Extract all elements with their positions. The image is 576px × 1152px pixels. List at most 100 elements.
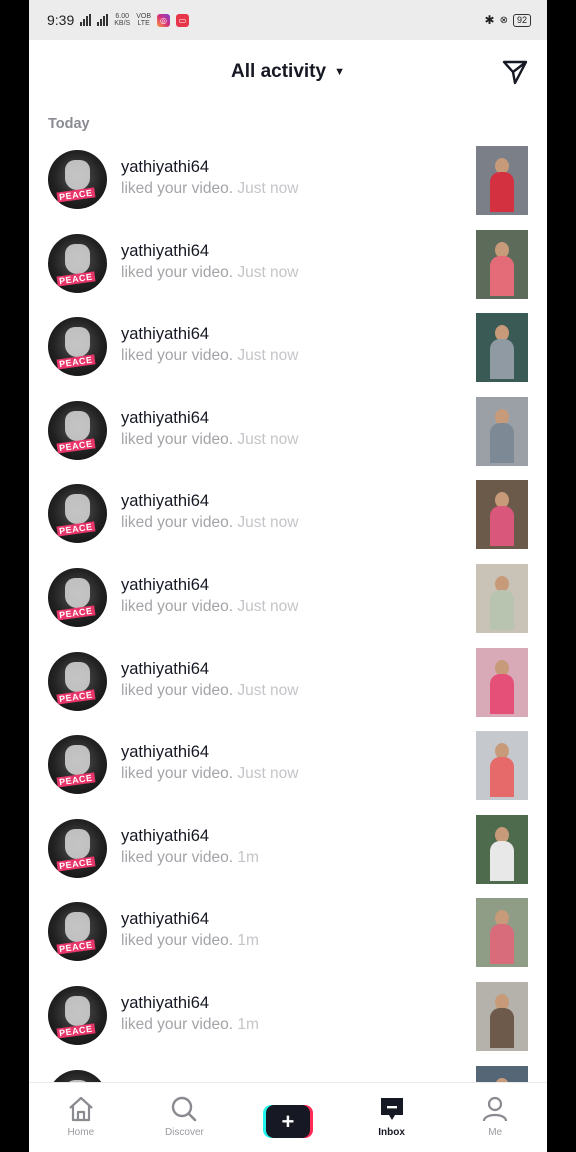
activity-username[interactable]: yathiyathi64 — [121, 827, 259, 846]
activity-username[interactable]: yathiyathi64 — [121, 325, 299, 344]
thumbnail-figure — [490, 339, 514, 380]
video-thumbnail[interactable] — [476, 647, 528, 717]
video-thumbnail[interactable] — [476, 814, 528, 884]
send-icon[interactable] — [501, 58, 529, 86]
video-thumbnail[interactable] — [476, 396, 528, 466]
hand-graphic — [65, 577, 90, 608]
hand-graphic — [65, 410, 90, 441]
thumbnail-figure — [490, 422, 514, 463]
activity-username[interactable]: yathiyathi64 — [121, 492, 299, 511]
activity-text: yathiyathi64 liked your video. 1m — [121, 994, 259, 1034]
activity-description: liked your video. Just now — [121, 347, 299, 365]
hand-graphic — [65, 828, 90, 859]
activity-description: liked your video. Just now — [121, 682, 299, 700]
activity-username[interactable]: yathiyathi64 — [121, 743, 299, 762]
profile-icon — [483, 1096, 508, 1122]
avatar[interactable]: PEACE — [48, 985, 107, 1045]
nav-me-label: Me — [488, 1127, 503, 1138]
activity-row[interactable]: PEACE yathiyathi64 liked your video. Just … — [29, 310, 547, 394]
activity-username[interactable]: yathiyathi64 — [121, 158, 299, 177]
activity-action: liked your video. — [121, 1015, 234, 1033]
avatar[interactable]: PEACE — [48, 233, 107, 293]
activity-description: liked your video. Just now — [121, 431, 299, 449]
wifi-off-icon: ⊗ — [499, 14, 508, 26]
activity-row[interactable]: PEACE yathiyathi64 liked your video. Just … — [29, 728, 547, 812]
avatar[interactable]: PEACE — [48, 735, 107, 795]
avatar-badge: PEACE — [56, 772, 96, 788]
activity-description: liked your video. Just now — [121, 765, 299, 783]
video-thumbnail[interactable] — [476, 981, 528, 1051]
activity-text: yathiyathi64 liked your video. Just now — [121, 158, 299, 198]
activity-row[interactable]: PEACE yathiyathi64 liked your video. Just … — [29, 143, 547, 227]
nav-home[interactable]: Home — [29, 1083, 133, 1152]
activity-row[interactable]: PEACE yathiyathi64 liked your video. Just … — [29, 477, 547, 561]
activity-row[interactable]: PEACE yathiyathi64 liked your video. 1m — [29, 812, 547, 896]
section-label-today: Today — [48, 116, 90, 132]
activity-username[interactable]: yathiyathi64 — [121, 660, 299, 679]
avatar-badge: PEACE — [56, 605, 96, 621]
video-thumbnail[interactable] — [476, 229, 528, 299]
signal-icon-2 — [97, 14, 109, 26]
activity-row[interactable]: PEACE yathiyathi64 liked your video. Just … — [29, 645, 547, 729]
avatar[interactable]: PEACE — [48, 150, 107, 209]
activity-action: liked your video. — [121, 597, 234, 615]
page-title: All activity — [231, 61, 327, 82]
activity-action: liked your video. — [121, 932, 234, 950]
thumbnail-figure — [490, 757, 514, 798]
hand-graphic — [65, 327, 90, 358]
activity-description: liked your video. Just now — [121, 180, 299, 198]
nav-discover-label: Discover — [164, 1127, 204, 1138]
activity-row[interactable]: PEACE yathiyathi64 liked your video. Just … — [29, 561, 547, 645]
activity-description: liked your video. 1m — [121, 932, 259, 950]
bottom-nav: Home Discover + Inbox Me — [29, 1082, 547, 1152]
video-thumbnail[interactable] — [476, 731, 528, 801]
activity-text: yathiyathi64 liked your video. Just now — [121, 576, 299, 616]
activity-time: Just now — [237, 597, 299, 615]
video-thumbnail[interactable] — [476, 313, 528, 383]
activity-text: yathiyathi64 liked your video. Just now — [121, 325, 299, 365]
activity-description: liked your video. 1m — [121, 849, 259, 867]
activity-time: Just now — [237, 180, 299, 197]
video-thumbnail[interactable] — [476, 480, 528, 550]
avatar[interactable]: PEACE — [48, 651, 107, 711]
avatar-badge: PEACE — [56, 1023, 96, 1039]
plus-icon: + — [265, 1105, 310, 1138]
phone-screen: 9:39 6.00 KB/S VOB LTE ◎ ▭ ✱ ⊗ 92 All acti… — [29, 0, 547, 1152]
video-thumbnail[interactable] — [476, 898, 528, 968]
activity-username[interactable]: yathiyathi64 — [121, 994, 259, 1013]
activity-username[interactable]: yathiyathi64 — [121, 910, 259, 929]
avatar[interactable]: PEACE — [48, 902, 107, 962]
nav-me[interactable]: Me — [443, 1083, 547, 1152]
avatar[interactable]: PEACE — [48, 818, 107, 878]
avatar[interactable]: PEACE — [48, 317, 107, 377]
activity-time: Just now — [237, 430, 299, 448]
video-thumbnail[interactable] — [476, 563, 528, 633]
hand-graphic — [65, 912, 90, 943]
thumbnail-figure — [490, 506, 514, 547]
activity-username[interactable]: yathiyathi64 — [121, 576, 299, 595]
avatar[interactable]: PEACE — [48, 400, 107, 460]
nav-inbox[interactable]: Inbox — [340, 1083, 444, 1152]
avatar[interactable]: PEACE — [48, 484, 107, 544]
nav-discover[interactable]: Discover — [133, 1083, 237, 1152]
activity-time: Just now — [237, 263, 299, 281]
activity-username[interactable]: yathiyathi64 — [121, 242, 299, 261]
activity-username[interactable]: yathiyathi64 — [121, 409, 299, 428]
activity-description: liked your video. 1m — [121, 1016, 259, 1034]
inbox-header: All activity ▼ — [29, 40, 547, 104]
activity-row[interactable]: PEACE yathiyathi64 liked your video. 1m — [29, 895, 547, 979]
thumbnail-figure — [490, 255, 514, 296]
activity-filter-dropdown[interactable]: All activity ▼ — [231, 61, 345, 83]
nav-create[interactable]: + — [236, 1083, 340, 1152]
hand-graphic — [65, 995, 90, 1026]
activity-row[interactable]: PEACE yathiyathi64 liked your video. Just … — [29, 394, 547, 478]
instagram-icon: ◎ — [157, 13, 170, 27]
avatar[interactable]: PEACE — [48, 567, 107, 627]
video-thumbnail[interactable] — [476, 146, 528, 215]
activity-row[interactable]: PEACE yathiyathi64 liked your video. 1m — [29, 979, 547, 1063]
activity-action: liked your video. — [121, 848, 234, 866]
activity-row[interactable]: PEACE yathiyathi64 liked your video. Just … — [29, 227, 547, 311]
nav-home-label: Home — [67, 1127, 95, 1138]
create-button[interactable]: + — [262, 1105, 313, 1138]
hand-graphic — [65, 661, 90, 692]
